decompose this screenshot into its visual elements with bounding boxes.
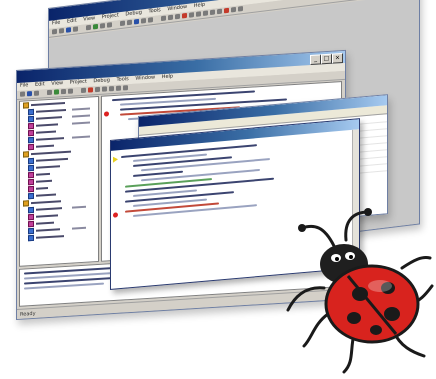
debugger-illustration: _ □ × File Edit View Project Debug Tools… — [0, 0, 436, 379]
menu-project[interactable]: Project — [70, 79, 87, 86]
toolbar-button[interactable] — [217, 8, 222, 15]
minimize-button[interactable]: _ — [310, 54, 321, 66]
menu-window[interactable]: Window — [135, 74, 155, 81]
toolbar-button[interactable] — [123, 85, 128, 91]
toolbar-button[interactable] — [27, 91, 32, 97]
current-line-arrow-icon — [113, 156, 118, 163]
toolbar-button[interactable] — [88, 87, 93, 93]
toolbar-button[interactable] — [196, 11, 201, 17]
close-button[interactable]: × — [332, 52, 343, 64]
toolbar-button[interactable] — [120, 20, 125, 27]
ladybug-icon — [286, 208, 434, 374]
menu-edit[interactable]: Edit — [35, 81, 45, 88]
toolbar-button[interactable] — [20, 91, 25, 97]
menu-view[interactable]: View — [51, 80, 63, 87]
maximize-button[interactable]: □ — [321, 53, 332, 65]
toolbar-button[interactable] — [116, 85, 121, 91]
toolbar-button[interactable] — [59, 28, 64, 34]
project-tree[interactable] — [19, 95, 99, 267]
toolbar-button[interactable] — [61, 88, 66, 95]
menu-help[interactable]: Help — [162, 73, 173, 80]
toolbar-button[interactable] — [203, 10, 208, 16]
status-text: Ready — [20, 310, 36, 318]
breakpoint-icon[interactable] — [113, 212, 118, 218]
toolbar-button[interactable] — [231, 6, 236, 13]
toolbar-button[interactable] — [238, 6, 243, 12]
toolbar-button[interactable] — [127, 19, 132, 26]
toolbar-button[interactable] — [47, 89, 52, 96]
toolbar-button[interactable] — [52, 28, 57, 35]
toolbar-button[interactable] — [66, 27, 71, 33]
toolbar-button[interactable] — [86, 24, 91, 31]
toolbar-button[interactable] — [182, 12, 187, 19]
toolbar-button[interactable] — [210, 9, 215, 16]
toolbar-button[interactable] — [73, 26, 78, 32]
menu-file[interactable]: File — [20, 82, 28, 89]
breakpoint-icon[interactable] — [104, 111, 109, 117]
toolbar-button[interactable] — [168, 14, 173, 21]
toolbar-button[interactable] — [100, 23, 105, 29]
toolbar-button[interactable] — [141, 17, 146, 24]
toolbar-button[interactable] — [95, 86, 100, 93]
toolbar-button[interactable] — [134, 18, 139, 25]
toolbar-button[interactable] — [54, 89, 59, 95]
toolbar-button[interactable] — [34, 90, 39, 96]
toolbar-button[interactable] — [68, 88, 73, 94]
toolbar-button[interactable] — [93, 23, 98, 30]
toolbar-button[interactable] — [189, 12, 194, 18]
menu-edit[interactable]: Edit — [67, 17, 77, 24]
toolbar-button[interactable] — [161, 15, 166, 22]
menu-debug[interactable]: Debug — [93, 77, 109, 84]
class-icon — [28, 234, 34, 242]
toolbar-button[interactable] — [175, 13, 180, 20]
toolbar-button[interactable] — [81, 87, 86, 94]
toolbar-button[interactable] — [102, 86, 107, 92]
menu-file[interactable]: File — [52, 19, 60, 26]
toolbar-button[interactable] — [107, 22, 112, 28]
toolbar-button[interactable] — [148, 17, 153, 23]
toolbar-button[interactable] — [109, 86, 114, 92]
toolbar-button[interactable] — [224, 7, 229, 14]
menu-tools[interactable]: Tools — [116, 76, 128, 83]
